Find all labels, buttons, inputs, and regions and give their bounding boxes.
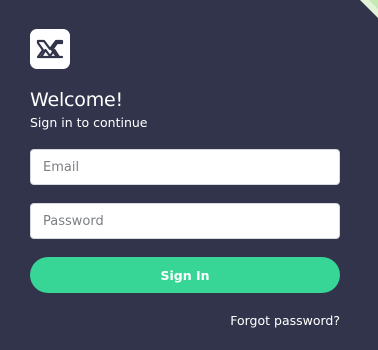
email-field[interactable] <box>30 149 340 185</box>
mw-logo-icon <box>30 29 70 69</box>
password-field[interactable] <box>30 203 340 239</box>
page-subtitle: Sign in to continue <box>30 115 148 130</box>
mw-logo-glyph <box>36 39 64 59</box>
login-panel: Welcome! Sign in to continue Sign In For… <box>0 0 378 350</box>
forgot-password-link[interactable]: Forgot password? <box>230 313 340 328</box>
sign-in-button[interactable]: Sign In <box>30 257 340 293</box>
page-title: Welcome! <box>30 89 123 111</box>
corner-decoration <box>360 0 378 18</box>
